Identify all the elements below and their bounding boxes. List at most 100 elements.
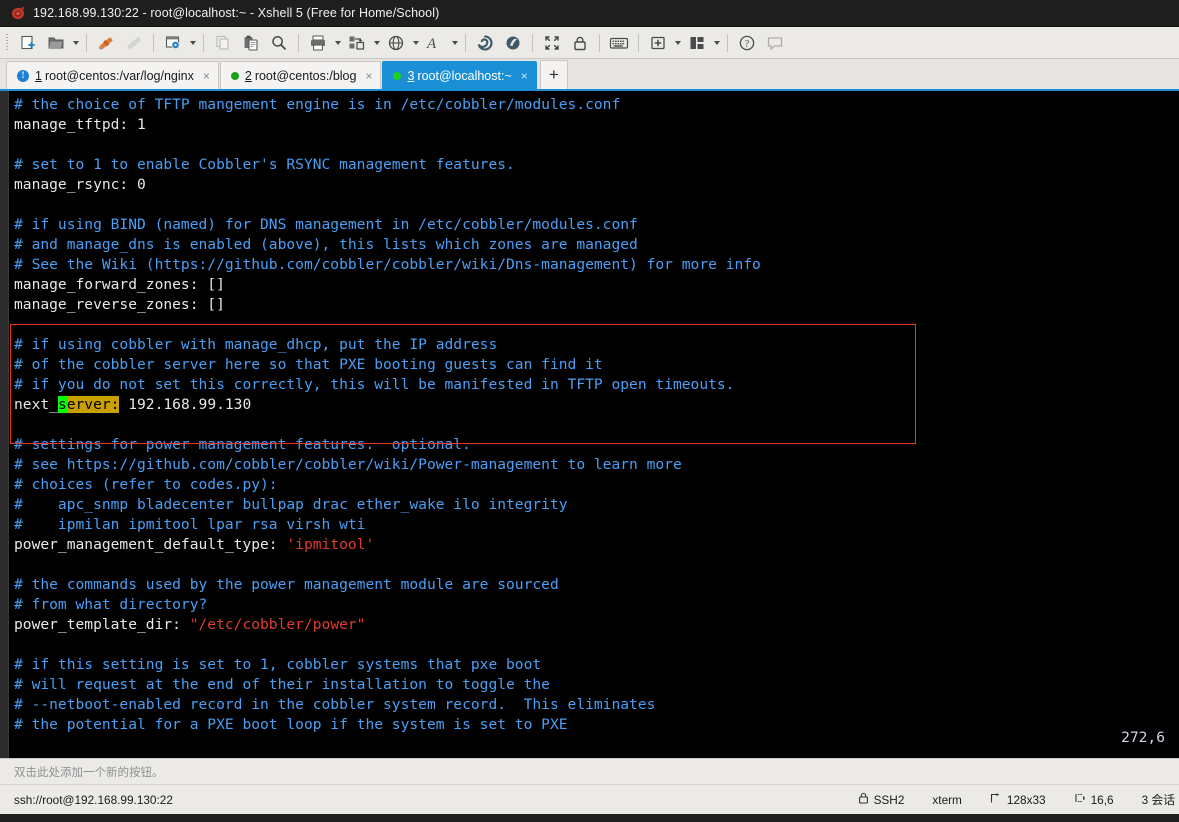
terminal-line: # of the cobbler server here so that PXE…: [9, 355, 1179, 375]
terminal-text-span: # see https://github.com/cobbler/cobbler…: [14, 456, 682, 473]
session-tab-2[interactable]: 2 root@centos:/blog ×: [219, 61, 382, 89]
session-tab-2-close-icon[interactable]: ×: [365, 70, 372, 82]
window-bottom-strip: [0, 814, 1179, 822]
toolbar-separator: [599, 33, 600, 52]
open-session-caret-icon[interactable]: [73, 40, 79, 45]
session-tab-3[interactable]: 3 root@localhost:~ ×: [382, 61, 537, 89]
resize-icon: [990, 792, 1002, 807]
app-icon: [10, 5, 26, 21]
terminal-text-span: # settings for power management features…: [14, 436, 471, 453]
web-browser-button[interactable]: [382, 30, 410, 56]
terminal-text-span: # of the cobbler server here so that PXE…: [14, 356, 603, 373]
quick-command-bar[interactable]: 双击此处添加一个新的按钮。: [0, 758, 1179, 784]
terminal-area: # the choice of TFTP mangement engine is…: [0, 91, 1179, 758]
toolbar-separator: [153, 33, 154, 52]
terminal-text-span: 192.168.99.130: [119, 396, 252, 413]
web-browser-caret-icon[interactable]: [413, 40, 419, 45]
terminal-left-gutter: [0, 91, 9, 758]
status-size-cell[interactable]: 128x33: [976, 792, 1060, 807]
terminal-text-span: 'ipmitool': [286, 536, 375, 553]
status-sessions-cell[interactable]: 3 会话: [1128, 791, 1179, 808]
file-transfer-button[interactable]: [343, 30, 371, 56]
terminal-text-span: # --netboot-enabled record in the cobble…: [14, 696, 656, 713]
cursor-position-indicator: 272,6: [1121, 729, 1165, 746]
svg-text:?: ?: [745, 39, 750, 50]
terminal-screen[interactable]: # the choice of TFTP mangement engine is…: [9, 91, 1179, 758]
connect-button[interactable]: [92, 30, 120, 56]
terminal-line: # See the Wiki (https://github.com/cobbl…: [9, 255, 1179, 275]
session-tab-bar: ! 1 root@centos:/var/log/nginx × 2 root@…: [0, 59, 1179, 91]
toolbar-separator: [532, 33, 533, 52]
terminal-line: power_template_dir: "/etc/cobbler/power": [9, 615, 1179, 635]
terminal-text-span: manage_reverse_zones: []: [14, 296, 225, 313]
font-caret-icon[interactable]: [452, 40, 458, 45]
terminal-line: # and manage_dns is enabled (above), thi…: [9, 235, 1179, 255]
session-tab-2-number: 2: [244, 68, 252, 83]
session-tab-1-label: root@centos:/var/log/nginx: [44, 68, 194, 83]
session-properties-button[interactable]: [159, 30, 187, 56]
new-session-button[interactable]: [14, 30, 42, 56]
session-properties-caret-icon[interactable]: [190, 40, 196, 45]
lock-button[interactable]: [566, 30, 594, 56]
terminal-line: # see https://github.com/cobbler/cobbler…: [9, 455, 1179, 475]
open-session-button[interactable]: [42, 30, 70, 56]
terminal-line: # if you do not set this correctly, this…: [9, 375, 1179, 395]
status-bar: ssh://root@192.168.99.130:22 SSH2 xterm …: [0, 784, 1179, 814]
print-caret-icon[interactable]: [335, 40, 341, 45]
arrange-layout-caret-icon[interactable]: [714, 40, 720, 45]
add-pane-caret-icon[interactable]: [675, 40, 681, 45]
session-tab-1-number: 1: [35, 68, 42, 83]
print-button[interactable]: [304, 30, 332, 56]
feedback-button[interactable]: [761, 30, 789, 56]
new-tab-button[interactable]: +: [539, 60, 568, 89]
paste-button[interactable]: [237, 30, 265, 56]
quick-command-hint: 双击此处添加一个新的按钮。: [14, 766, 164, 779]
terminal-text-span: # if you do not set this correctly, this…: [14, 376, 735, 393]
status-protocol-cell[interactable]: SSH2: [844, 792, 919, 807]
fullscreen-button[interactable]: [538, 30, 566, 56]
compose-bar-button[interactable]: [605, 30, 633, 56]
font-button[interactable]: A: [421, 30, 449, 56]
terminal-text-span: power_template_dir:: [14, 616, 190, 633]
terminal-text-span: manage_tftpd: 1: [14, 116, 146, 133]
cursor-pos-icon: [1074, 792, 1086, 807]
status-connection-url: ssh://root@192.168.99.130:22: [14, 792, 173, 807]
terminal-text-span: # if using BIND (named) for DNS manageme…: [14, 216, 638, 233]
toolbar-grip[interactable]: [4, 32, 11, 53]
help-button[interactable]: ?: [733, 30, 761, 56]
status-cursor-label: 16,6: [1090, 792, 1114, 807]
file-transfer-caret-icon[interactable]: [374, 40, 380, 45]
terminal-line: # settings for power management features…: [9, 435, 1179, 455]
connected-status-dot-icon: [230, 71, 239, 80]
terminal-line: # apc_snmp bladecenter bullpap drac ethe…: [9, 495, 1179, 515]
xagent-button[interactable]: [499, 30, 527, 56]
status-terminal-type-label: xterm: [932, 792, 962, 807]
terminal-text-span: # if using cobbler with manage_dhcp, put…: [14, 336, 498, 353]
terminal-text-span: erver:: [66, 396, 120, 413]
arrange-layout-button[interactable]: [683, 30, 711, 56]
status-terminal-type-cell[interactable]: xterm: [918, 793, 976, 807]
terminal-text-span: "/etc/cobbler/power": [189, 616, 366, 633]
terminal-line: # set to 1 to enable Cobbler's RSYNC man…: [9, 155, 1179, 175]
session-tab-1[interactable]: ! 1 root@centos:/var/log/nginx ×: [6, 61, 219, 89]
status-cursor-cell[interactable]: 16,6: [1060, 792, 1128, 807]
session-tab-3-close-icon[interactable]: ×: [521, 70, 528, 82]
toolbar-separator: [203, 33, 204, 52]
session-tab-3-number: 3: [407, 68, 415, 83]
disconnect-button[interactable]: [120, 30, 148, 56]
warning-icon: !: [17, 69, 29, 82]
terminal-text-span: # the choice of TFTP mangement engine is…: [14, 96, 621, 113]
terminal-line: # the potential for a PXE boot loop if t…: [9, 715, 1179, 735]
xftp-button[interactable]: [471, 30, 499, 56]
find-button[interactable]: [265, 30, 293, 56]
session-tab-1-close-icon[interactable]: ×: [203, 70, 210, 82]
terminal-line: next_server: 192.168.99.130: [9, 395, 1179, 415]
connected-status-dot-icon: [393, 71, 402, 80]
add-pane-button[interactable]: [644, 30, 672, 56]
terminal-line: # --netboot-enabled record in the cobble…: [9, 695, 1179, 715]
copy-button[interactable]: [209, 30, 237, 56]
terminal-text-span: # if this setting is set to 1, cobbler s…: [14, 656, 542, 673]
